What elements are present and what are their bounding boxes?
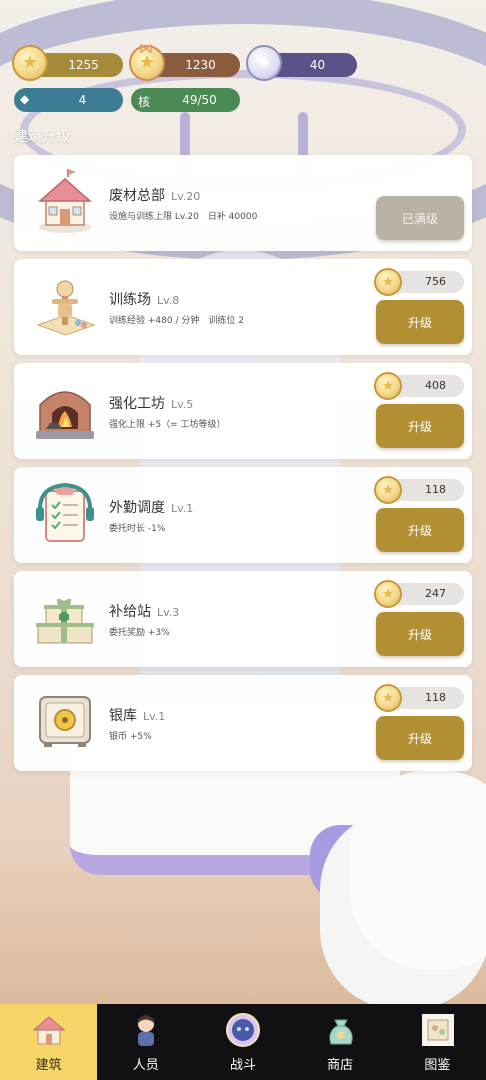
nav-label: 建筑 (35, 1058, 62, 1073)
upgrade-cost: ★ 118 (374, 476, 464, 504)
upgrade-button[interactable]: 升级 (376, 716, 464, 760)
building-desc: 委托奖励 +3% (109, 628, 170, 638)
building-name: 外勤调度 Lv.1 (109, 500, 194, 516)
building-desc: 委托时长 -1% (109, 524, 166, 534)
gem-value: 40 (309, 58, 326, 72)
building-level: Lv.1 (143, 710, 166, 723)
nav-label: 图鉴 (424, 1058, 451, 1073)
building-level: Lv.5 (171, 398, 194, 411)
upgrade-button[interactable]: 升级 (376, 300, 464, 344)
building-name: 银库 Lv.1 (109, 708, 166, 724)
building-card-vault: 银库 Lv.1 银币 +5% ★ 118 升级 (14, 675, 472, 771)
background-cloud-cushion (350, 770, 486, 970)
coin-star-icon: ★ (374, 372, 402, 400)
battle-orb-icon (226, 1013, 261, 1047)
building-card-workshop: 强化工坊 Lv.5 强化上限 +5（= 工坊等级） ★ 408 升级 (14, 363, 472, 459)
upgrade-cost: ★ 756 (374, 268, 464, 296)
upgrade-cost: ★ 408 (374, 372, 464, 400)
building-level: Lv.8 (157, 294, 180, 307)
safe-icon (39, 696, 91, 747)
building-name: 废材总部 Lv.20 (109, 188, 201, 204)
cost-value: 756 (425, 275, 446, 288)
coin-counter: ★ 1255 (12, 45, 123, 81)
building-card-supply: 补给站 Lv.3 委托奖励 +3% ★ 247 升级 (14, 571, 472, 667)
building-name: 强化工坊 Lv.5 (109, 396, 194, 412)
core-value: 49/50 (182, 93, 217, 107)
bow-coin-counter: ★ ⋈ 1230 (129, 41, 240, 81)
bottom-nav: 建筑 人员 战斗 商店 图鉴 (0, 1004, 486, 1080)
money-bag-icon (328, 1019, 353, 1045)
building-level: Lv.3 (157, 606, 180, 619)
bow-coin-value: 1230 (185, 58, 216, 72)
nav-label: 商店 (327, 1058, 354, 1073)
diamond-value: 4 (78, 93, 87, 107)
building-desc: 强化上限 +5（= 工坊等级） (109, 420, 226, 430)
coin-value: 1255 (68, 58, 99, 72)
upgrade-cost: ★ 118 (374, 684, 464, 712)
coin-star-icon: ★ (374, 476, 402, 504)
maxed-button[interactable]: 已满级 (376, 196, 464, 240)
building-desc: 训练经验 +480 / 分钟 训练位 2 (109, 316, 244, 326)
section-title: 建筑升级 (14, 129, 70, 145)
coin-star-icon: ★ (374, 268, 402, 296)
upgrade-button[interactable]: 升级 (376, 612, 464, 656)
book-icon (421, 1014, 454, 1046)
diamond-counter: ◆ 4 (14, 88, 123, 112)
character-icon (138, 1015, 155, 1046)
building-name: 训练场 Lv.8 (109, 292, 180, 308)
cost-value: 118 (425, 691, 446, 704)
house-icon (32, 1016, 66, 1045)
nav-label: 人员 (132, 1058, 159, 1073)
building-card-hq: 废材总部 Lv.20 设施与训练上限 Lv.20 日补 40000 已满级 (14, 155, 472, 251)
clipboard-headset-icon (36, 482, 94, 542)
coin-star-icon: ★ (374, 684, 402, 712)
building-card-dispatch: 外勤调度 Lv.1 委托时长 -1% ★ 118 升级 (14, 467, 472, 563)
upgrade-button[interactable]: 升级 (376, 508, 464, 552)
nav-tab-building[interactable]: 建筑 (0, 1004, 98, 1080)
gem-counter: ✦ 40 (246, 45, 357, 81)
nav-tab-staff[interactable]: 人员 (97, 1004, 194, 1080)
coin-star-icon: ★ (374, 580, 402, 608)
building-desc: 设施与训练上限 Lv.20 日补 40000 (109, 212, 258, 222)
nav-tab-codex[interactable]: 图鉴 (389, 1004, 486, 1080)
building-name: 补给站 Lv.3 (109, 604, 180, 620)
cost-value: 247 (425, 587, 446, 600)
training-dummy-icon (36, 280, 96, 336)
nav-label: 战斗 (229, 1058, 256, 1073)
house-icon (38, 169, 92, 233)
building-desc: 银币 +5% (109, 732, 152, 742)
building-card-training: 训练场 Lv.8 训练经验 +480 / 分钟 训练位 2 ★ 756 升级 (14, 259, 472, 355)
core-counter: 核 49/50 (131, 88, 240, 112)
cost-value: 118 (425, 483, 446, 496)
building-level: Lv.20 (171, 190, 201, 203)
nav-tab-shop[interactable]: 商店 (292, 1004, 389, 1080)
upgrade-button[interactable]: 升级 (376, 404, 464, 448)
cost-value: 408 (425, 379, 446, 392)
building-level: Lv.1 (171, 502, 194, 515)
supply-boxes-icon (36, 598, 94, 644)
nav-tab-battle[interactable]: 战斗 (194, 1004, 291, 1080)
furnace-anvil-icon (36, 391, 94, 439)
upgrade-cost: ★ 247 (374, 580, 464, 608)
